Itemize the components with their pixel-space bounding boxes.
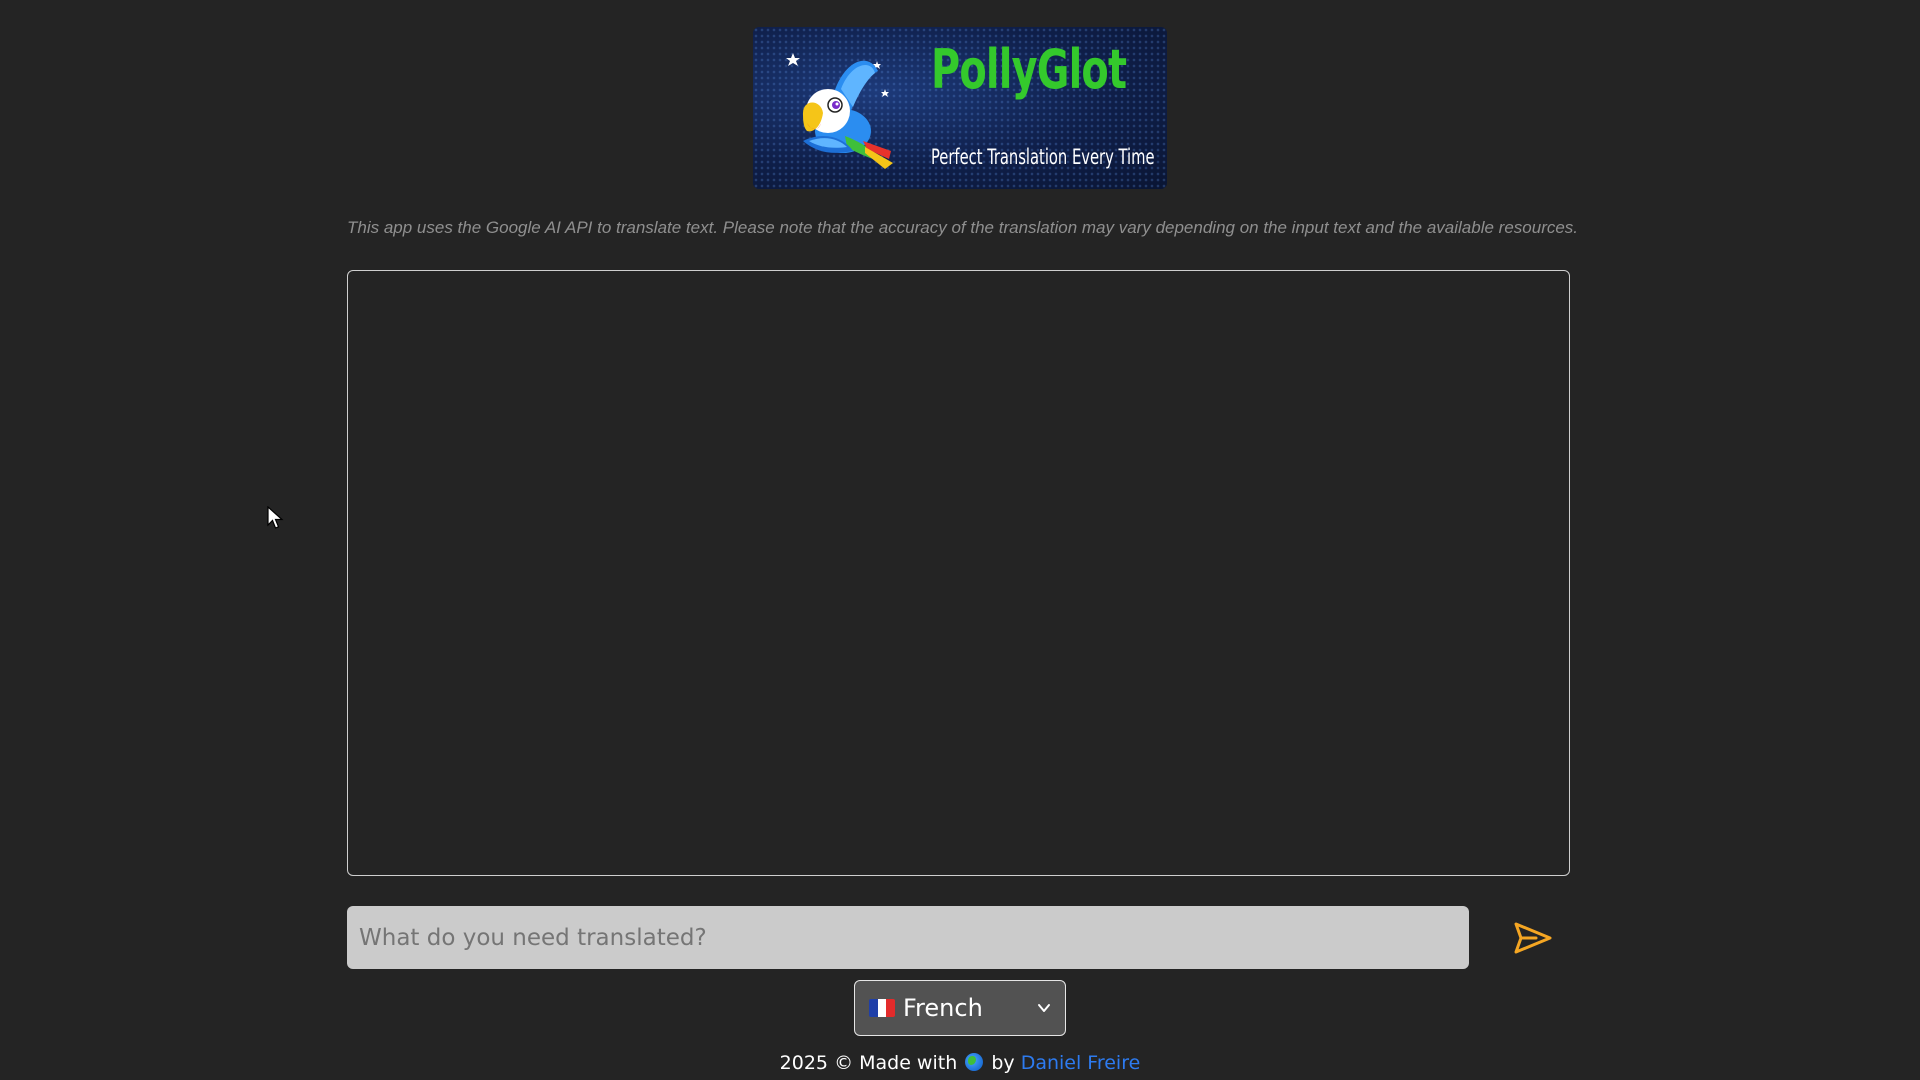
send-icon — [1514, 922, 1552, 954]
footer-prefix: 2025 © Made with — [779, 1052, 958, 1074]
chevron-down-icon — [1038, 1004, 1050, 1012]
footer-by: by — [991, 1052, 1015, 1074]
parrot-logo-icon — [786, 53, 893, 169]
translate-input[interactable] — [347, 906, 1469, 969]
author-link[interactable]: Daniel Freire — [1021, 1052, 1141, 1074]
logo-title: PollyGlot — [931, 38, 1127, 101]
france-flag-icon — [869, 999, 895, 1017]
language-select[interactable]: French — [854, 980, 1066, 1036]
mouse-cursor-icon — [267, 506, 284, 529]
translation-output — [347, 270, 1570, 876]
app-page: PollyGlot Perfect Translation Every Time… — [0, 0, 1920, 1080]
language-select-value: French — [903, 994, 983, 1022]
send-button[interactable] — [1510, 916, 1554, 960]
globe-icon — [965, 1053, 984, 1071]
logo-subtitle: Perfect Translation Every Time — [931, 145, 1155, 169]
logo-banner: PollyGlot Perfect Translation Every Time — [753, 27, 1167, 189]
footer: 2025 © Made with by Daniel Freire — [0, 1052, 1920, 1074]
disclaimer-text: This app uses the Google AI API to trans… — [347, 218, 1579, 237]
